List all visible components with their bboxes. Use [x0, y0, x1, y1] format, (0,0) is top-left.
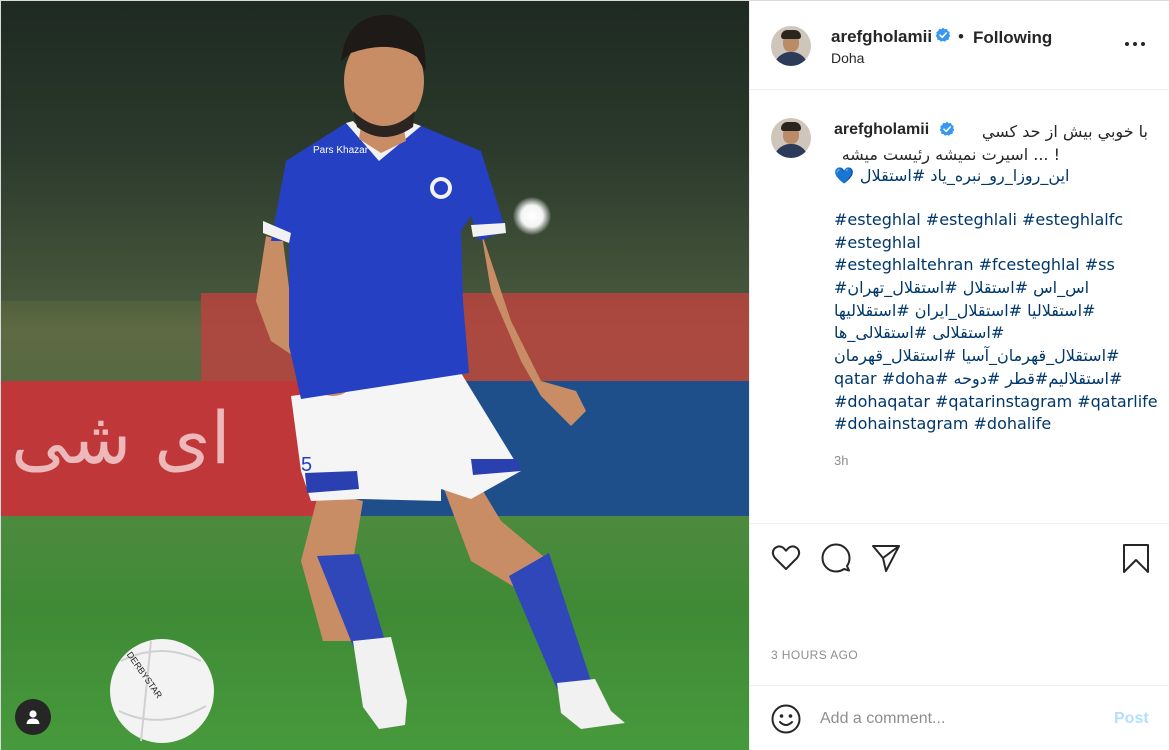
post-header: arefgholamii • Following Doha	[750, 1, 1169, 90]
hashtag-line[interactable]: اس_اس #استقلال #استقلال_تهران#	[834, 277, 1154, 300]
post-timestamp: 3 HOURS AGO	[771, 648, 859, 662]
caption-username[interactable]: arefgholamii	[834, 121, 929, 139]
comment-icon[interactable]	[820, 542, 852, 574]
caption-text-line: اين_روزا_رو_نبره_ياد #استقلال	[859, 166, 1070, 185]
hashtag-block: #esteghlal #esteghlali #esteghlalfc #est…	[834, 209, 1158, 436]
caption-area: arefgholamii با خوبي بيش از حد كسي ! ...…	[750, 91, 1169, 523]
emoji-icon[interactable]	[770, 703, 802, 735]
header-username[interactable]: arefgholamii	[831, 27, 932, 47]
verified-badge-icon	[939, 121, 955, 136]
separator-dot: •	[958, 27, 964, 46]
action-bar	[750, 523, 1169, 591]
caption-text-line: با خوبي بيش از حد كسي	[981, 122, 1148, 141]
post-photo[interactable]: ای شی Pars Khazar 5 DERBYSTAR	[1, 1, 749, 750]
share-icon[interactable]	[870, 542, 902, 574]
shirt-number: 5	[301, 454, 312, 476]
post-side-panel: arefgholamii • Following Doha arefgholam…	[749, 1, 1169, 750]
avatar[interactable]	[771, 26, 811, 66]
following-button[interactable]: Following	[973, 28, 1052, 48]
user-tag-icon[interactable]	[15, 699, 51, 735]
verified-badge-icon	[935, 27, 951, 42]
hashtag-line[interactable]: #dohainstagram #dohalife	[834, 413, 1154, 436]
heart-icon[interactable]	[770, 542, 802, 574]
more-options-icon[interactable]	[1124, 37, 1146, 51]
comment-input[interactable]	[820, 707, 1100, 731]
location-link[interactable]: Doha	[831, 50, 864, 66]
hashtag-line[interactable]: #esteghlal #esteghlali #esteghlalfc	[834, 209, 1154, 232]
post-dialog: ای شی Pars Khazar 5 DERBYSTAR arefgholam…	[0, 0, 1169, 750]
heart-emoji: 💙	[834, 166, 854, 185]
avatar[interactable]	[771, 118, 811, 158]
hashtag-line[interactable]: #esteghlal	[834, 232, 1154, 255]
football-player: Pars Khazar 5 DERBYSTAR	[110, 14, 625, 743]
post-comment-button[interactable]: Post	[1114, 710, 1149, 728]
hashtag-line[interactable]: #استقلالى #استقلالى_ها	[834, 322, 1154, 345]
hashtag-line[interactable]: #استقلاليا #استقلال_ايران #استقلاليها	[834, 300, 1154, 323]
caption-text-line: ! ... اسيرت نميشه رئيست ميشه	[841, 145, 1060, 164]
shirt-sponsor: Pars Khazar	[313, 145, 369, 156]
comment-bar: Post	[750, 685, 1169, 750]
hashtag-line[interactable]: #esteghlaltehran #fcesteghlal #ss	[834, 254, 1154, 277]
hashtag-line[interactable]: #dohaqatar #qatarinstagram #qatarlife	[834, 391, 1158, 414]
hashtag-line[interactable]: #استقلاليم#قطر #دوحه #qatar #doha	[834, 368, 1154, 391]
bookmark-icon[interactable]	[1120, 542, 1152, 574]
hashtag-line[interactable]: #استقلال_قهرمان_آسيا #استقلال_قهرمان	[834, 345, 1154, 368]
caption-relative-time: 3h	[834, 453, 849, 468]
